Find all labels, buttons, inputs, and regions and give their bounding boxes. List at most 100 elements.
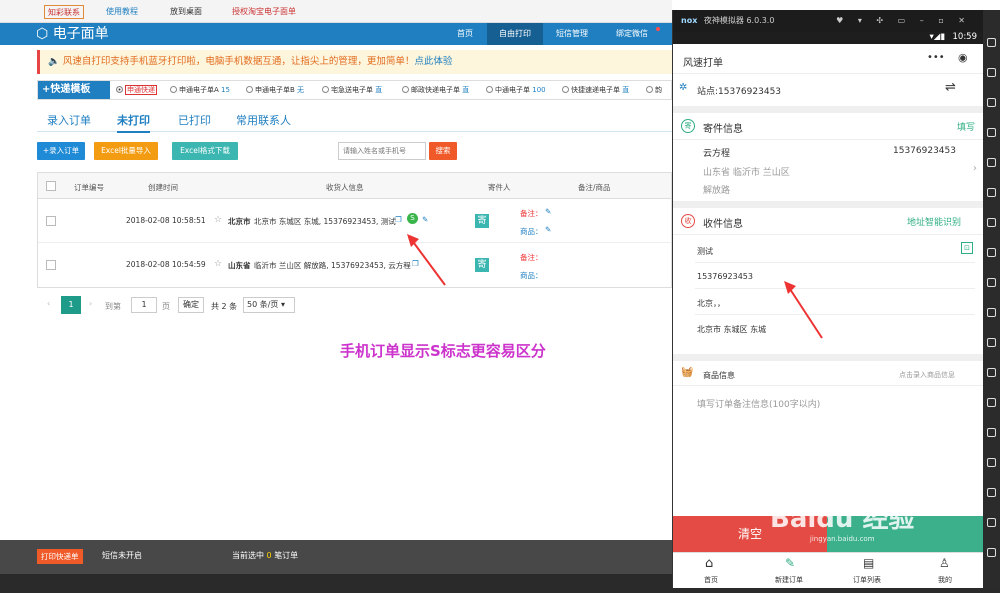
search-input[interactable] [338, 142, 426, 160]
goto-page-input[interactable]: 1 [131, 297, 157, 313]
receiver-district[interactable]: 北京市 东城区 东城 [697, 324, 766, 335]
sidebar-tool-icon[interactable] [987, 248, 996, 257]
star-icon[interactable]: ☆ [214, 259, 222, 269]
signal-icon: ▾◢▮ [929, 32, 945, 42]
edit-icon[interactable]: ✎ [422, 215, 428, 224]
sidebar-tool-icon[interactable] [987, 158, 996, 167]
tutorial-link[interactable]: 使用教程 [106, 5, 138, 19]
search-button[interactable]: 搜索 [429, 142, 457, 160]
station-row[interactable]: ✲ 站点:15376923453 ⇌ [673, 74, 983, 106]
tab-contacts[interactable]: 常用联系人 [236, 112, 291, 128]
per-page-select[interactable]: 50 条/页 ▾ [243, 297, 295, 313]
add-order-button[interactable]: +录入订单 [37, 142, 85, 160]
smart-address-link[interactable]: 地址智能识别 [907, 215, 961, 228]
goods-section[interactable]: 🧺 商品信息 点击录入商品信息 填写订单备注信息(100字以内) [673, 361, 983, 516]
sidebar-tool-icon[interactable] [987, 488, 996, 497]
sidebar-tool-icon[interactable] [987, 308, 996, 317]
speaker-icon: 🔈 [48, 56, 60, 67]
quick-print-button[interactable]: 打印快递单 [37, 549, 83, 564]
sidebar-tool-icon[interactable] [987, 368, 996, 377]
template-option[interactable]: 快捷速递电子单 直 [562, 84, 629, 96]
caption-text: 手机订单显示S标志更容易区分 [340, 342, 546, 360]
receiver-phone[interactable]: 15376923453 [697, 272, 753, 281]
new-order-icon[interactable]: ✎ [785, 556, 795, 570]
home-icon[interactable]: ⌂ [705, 556, 713, 571]
nav-free-print[interactable]: 自由打印 [487, 23, 543, 45]
table-row[interactable]: 2018-02-08 10:54:59 ☆ 山东省 临沂市 兰山区 解放路, 1… [38, 243, 671, 287]
template-option[interactable]: 申通快递 [116, 84, 157, 96]
template-option[interactable]: 宅急送电子单 直 [322, 84, 382, 96]
app-logo: ⬡ 电子面单 [36, 26, 109, 42]
sender-icon[interactable]: 寄 [475, 214, 489, 228]
receiver-province[interactable]: 北京，， [697, 298, 725, 309]
note-edit-icon[interactable]: ✎ [545, 207, 551, 216]
sidebar-tool-icon[interactable] [987, 68, 996, 77]
row-checkbox[interactable] [46, 260, 56, 270]
current-page[interactable]: 1 [61, 296, 81, 314]
sidebar-tool-icon[interactable] [987, 398, 996, 407]
template-option[interactable]: 韵 [646, 84, 662, 96]
template-option[interactable]: 申通电子单A 15 [170, 84, 230, 96]
tab-printed[interactable]: 已打印 [178, 112, 211, 128]
more-icon[interactable]: ••• [927, 52, 945, 63]
goto-confirm-button[interactable]: 确定 [178, 297, 204, 313]
annotation-arrow [407, 234, 446, 286]
close-circle-icon[interactable]: ◉ [958, 51, 968, 64]
divider [673, 234, 983, 235]
sidebar-tool-icon[interactable] [987, 548, 996, 557]
excel-download-button[interactable]: Excel格式下载 [172, 142, 238, 160]
goods-hint[interactable]: 点击录入商品信息 [899, 370, 955, 380]
sidebar-tool-icon[interactable] [987, 458, 996, 467]
desktop-link[interactable]: 放到桌面 [170, 5, 202, 19]
receiver-city: 山东省 [228, 261, 251, 270]
prev-page-icon[interactable]: ‹ [47, 299, 50, 308]
sidebar-tool-icon[interactable] [987, 98, 996, 107]
goods-edit-icon[interactable]: ✎ [545, 225, 551, 234]
tab-order-list[interactable]: 订单列表 [837, 575, 897, 585]
sidebar-tool-icon[interactable] [987, 278, 996, 287]
contact-button[interactable]: 知彩联系 [44, 5, 84, 19]
nav-sms[interactable]: 短信管理 [543, 23, 601, 45]
nav-home[interactable]: 首页 [443, 23, 487, 45]
nav-wechat[interactable]: 绑定微信 [601, 23, 663, 45]
sender-section[interactable]: 寄 寄件信息 填写 云方程 15376923453 山东省 临沂市 兰山区 › … [673, 113, 983, 201]
sidebar-tool-icon[interactable] [987, 218, 996, 227]
template-label: +快递模板 [38, 81, 110, 99]
receiver-name[interactable]: 测试 [697, 246, 713, 257]
copy-icon[interactable]: ❐ [395, 215, 402, 224]
template-option[interactable]: 邮政快递电子单 直 [402, 84, 469, 96]
chevron-right-icon[interactable]: › [973, 163, 977, 174]
select-all-checkbox[interactable] [46, 181, 56, 191]
receiver-badge-icon: 收 [681, 214, 695, 228]
profile-icon[interactable]: ♙ [939, 556, 950, 570]
tab-new-order[interactable]: 新建订单 [759, 575, 819, 585]
contact-book-icon[interactable]: ⊡ [961, 242, 973, 254]
tab-entry[interactable]: 录入订单 [47, 112, 91, 128]
sidebar-tool-icon[interactable] [987, 338, 996, 347]
star-icon[interactable]: ☆ [214, 215, 222, 225]
table-row[interactable]: 2018-02-08 10:58:51 ☆ 北京市 北京市 东城区 东城, 15… [38, 199, 671, 243]
tab-mine[interactable]: 我的 [915, 575, 975, 585]
swap-icon[interactable]: ⇌ [945, 80, 956, 95]
sidebar-tool-icon[interactable] [987, 518, 996, 527]
sidebar-tool-icon[interactable] [987, 38, 996, 47]
sidebar-tool-icon[interactable] [987, 428, 996, 437]
template-option[interactable]: 申通电子单B 无 [246, 84, 304, 96]
sidebar-tool-icon[interactable] [987, 128, 996, 137]
next-page-icon[interactable]: › [89, 299, 92, 308]
sender-fill-link[interactable]: 填写 [957, 120, 975, 133]
tab-home[interactable]: 首页 [681, 575, 741, 585]
sidebar-tool-icon[interactable] [987, 188, 996, 197]
window-controls-icon[interactable]: ♥ ▾ ✣ ▭ – ▫ ✕ [836, 10, 971, 32]
remark-input[interactable]: 填写订单备注信息(100字以内) [697, 397, 820, 410]
row-checkbox[interactable] [46, 216, 56, 226]
auth-link[interactable]: 授权淘宝电子面单 [232, 5, 296, 19]
sender-icon[interactable]: 寄 [475, 258, 489, 272]
table-header: 订单编号 创建时间 收货人信息 寄件人 备注/商品 [38, 173, 671, 199]
notice-link[interactable]: 点此体验 [414, 56, 452, 67]
tab-unprinted[interactable]: 未打印 [117, 112, 150, 133]
excel-import-button[interactable]: Excel批量导入 [94, 142, 158, 160]
template-option[interactable]: 中通电子单 100 [486, 84, 546, 96]
receiver-section[interactable]: 收 收件信息 地址智能识别 测试 ⊡ 15376923453 北京，， 北京市 … [673, 208, 983, 354]
order-list-icon[interactable]: ▤ [863, 556, 874, 570]
